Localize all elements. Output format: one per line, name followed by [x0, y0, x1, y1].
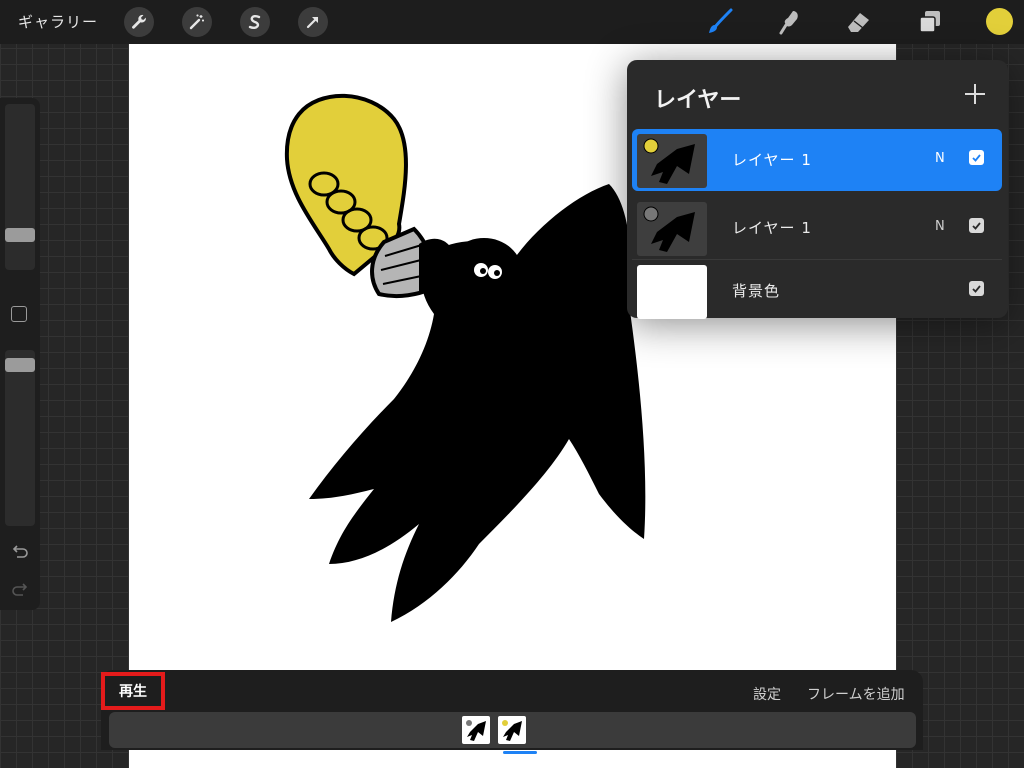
blend-mode-button[interactable]: N [935, 151, 945, 166]
layer-thumbnail [637, 134, 707, 188]
layer-name: レイヤー 1 [732, 151, 812, 169]
add-layer-icon[interactable] [963, 82, 987, 106]
brush-icon[interactable] [704, 6, 736, 38]
animation-assist-bar: 再生 設定 フレームを追加 [101, 670, 923, 754]
magic-wand-icon[interactable] [182, 7, 212, 37]
layer-visibility-checkbox[interactable] [969, 150, 984, 165]
play-button[interactable]: 再生 [101, 672, 165, 710]
layer-name: 背景色 [732, 282, 781, 300]
color-picker-swatch[interactable] [986, 8, 1013, 35]
layer-row[interactable]: レイヤー 1 N [632, 197, 1002, 260]
layer-visibility-checkbox[interactable] [969, 218, 984, 233]
top-toolbar: ギャラリー [0, 0, 1024, 44]
layers-icon[interactable] [914, 6, 946, 38]
frame-thumbnail[interactable] [498, 716, 526, 744]
selection-icon[interactable] [240, 7, 270, 37]
layers-panel: レイヤー レイヤー 1 N レイヤー 1 N 背景色 [627, 60, 1008, 319]
check-icon [972, 285, 981, 293]
wrench-icon[interactable] [124, 7, 154, 37]
frame-timeline[interactable] [109, 712, 916, 754]
add-frame-button[interactable]: フレームを追加 [807, 684, 905, 704]
opacity-thumb[interactable] [5, 358, 35, 372]
left-sidebar [0, 98, 40, 610]
layer-row[interactable]: レイヤー 1 N [632, 129, 1002, 191]
background-color-swatch[interactable] [637, 265, 707, 319]
modify-button[interactable] [11, 306, 27, 322]
brush-size-slider[interactable] [5, 104, 35, 270]
crow-thumbnail-icon [643, 206, 695, 252]
layer-thumbnail [637, 202, 707, 256]
layer-visibility-checkbox[interactable] [969, 281, 984, 296]
background-layer-row[interactable]: 背景色 [632, 260, 1002, 322]
frame-thumbnail[interactable] [462, 716, 490, 744]
crow-frame-icon [466, 720, 486, 741]
crow-thumbnail-icon [643, 138, 695, 184]
redo-icon[interactable] [10, 582, 30, 598]
blend-mode-button[interactable]: N [935, 219, 945, 234]
smudge-icon[interactable] [774, 6, 806, 38]
current-frame-indicator [503, 751, 537, 754]
opacity-slider[interactable] [5, 350, 35, 526]
brush-size-thumb[interactable] [5, 228, 35, 242]
crow-frame-icon [502, 720, 522, 741]
undo-icon[interactable] [10, 544, 30, 560]
check-icon [972, 222, 981, 230]
layers-title: レイヤー [654, 88, 742, 113]
gallery-button[interactable]: ギャラリー [18, 11, 98, 32]
eraser-icon[interactable] [842, 6, 874, 38]
transform-icon[interactable] [298, 7, 328, 37]
layer-name: レイヤー 1 [732, 219, 812, 237]
settings-button[interactable]: 設定 [753, 684, 781, 704]
check-icon [972, 154, 981, 162]
